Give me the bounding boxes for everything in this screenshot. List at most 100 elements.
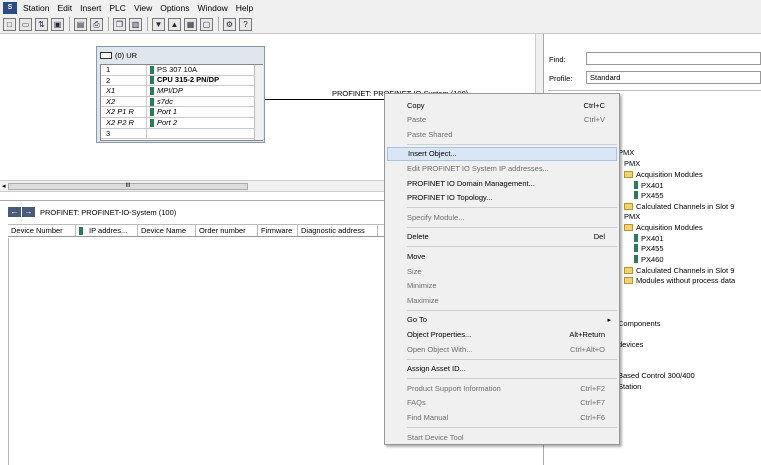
- menu-item-shortcut: Ctrl+F2: [580, 383, 605, 393]
- catalog-tree-item[interactable]: PX455: [634, 243, 664, 253]
- menu-maximize[interactable]: Maximize: [387, 293, 617, 307]
- menu-specify-module[interactable]: Specify Module...: [387, 210, 617, 224]
- download-icon[interactable]: ▼: [152, 17, 165, 31]
- rack-row[interactable]: 2 CPU 315-2 PN/DP: [101, 75, 255, 87]
- menu-start-device-tool[interactable]: Start Device Tool: [387, 430, 617, 444]
- catalog-tree-item[interactable]: Modules without process data: [624, 275, 735, 285]
- rack-row[interactable]: 1 PS 307 10A: [101, 65, 255, 76]
- menu-item-label: Insert Object...: [408, 149, 457, 159]
- open-icon[interactable]: ▭: [19, 17, 32, 31]
- paste-icon[interactable]: ▥: [129, 17, 142, 31]
- rack-row[interactable]: X2 P2 R Port 2: [101, 118, 255, 129]
- find-input[interactable]: [586, 52, 761, 65]
- folder-icon: [624, 170, 633, 178]
- menu-faqs[interactable]: FAQs Ctrl+F7: [387, 396, 617, 410]
- copy-icon[interactable]: ❐: [113, 17, 126, 31]
- profinet-line[interactable]: [265, 99, 385, 100]
- column-header-4[interactable]: Firmware: [258, 225, 298, 236]
- rack-row[interactable]: X2 P1 R Port 1: [101, 107, 255, 118]
- catalog-tree-item[interactable]: Calculated Channels in Slot 9: [624, 201, 734, 211]
- menu-item-help[interactable]: Help: [232, 3, 257, 13]
- menu-go-to[interactable]: Go To ▸: [387, 313, 617, 327]
- menu-move[interactable]: Move: [387, 249, 617, 263]
- rack-window[interactable]: (0) UR 1 PS 307 10A 2 CPU 315-2 PN/DP X1 MPI/…: [96, 46, 265, 143]
- menu-separator: [407, 246, 617, 248]
- column-header-1[interactable]: IP addres...: [76, 225, 138, 236]
- catalog-tree-item[interactable]: PMX: [624, 211, 640, 221]
- menu-separator: [407, 309, 617, 311]
- back-arrow-icon[interactable]: ←: [8, 207, 21, 217]
- forward-arrow-icon[interactable]: →: [22, 207, 35, 217]
- catalog-tree-item[interactable]: PMX: [618, 147, 634, 157]
- catalog-tree-item[interactable]: Acquisition Modules: [624, 169, 703, 179]
- column-header-5[interactable]: Diagnostic address: [298, 225, 378, 236]
- save-icon[interactable]: ▣: [51, 17, 64, 31]
- menu-delete[interactable]: Delete Del: [387, 230, 617, 244]
- menu-insert-object[interactable]: Insert Object...: [387, 146, 617, 161]
- catalog-icon[interactable]: ▦: [184, 17, 197, 31]
- network-icon[interactable]: ⚙: [223, 17, 236, 31]
- catalog-tree-item[interactable]: Based Control 300/400: [618, 370, 695, 380]
- menu-profinet-io-topology[interactable]: PROFINET IO Topology...: [387, 191, 617, 205]
- rack-module: MPI/DP: [147, 86, 255, 96]
- menu-item-options[interactable]: Options: [156, 3, 193, 13]
- rack-row[interactable]: X1 MPI/DP: [101, 86, 255, 97]
- rack-module: Port 1: [147, 107, 255, 117]
- print-icon[interactable]: ⎙: [90, 17, 103, 31]
- menu-item-edit[interactable]: Edit: [53, 3, 76, 13]
- column-header-0[interactable]: Device Number: [8, 225, 76, 236]
- menu-item-label: Copy: [407, 100, 425, 110]
- menu-item-label: Start Device Tool: [407, 432, 464, 442]
- menu-profinet-io-domain-management[interactable]: PROFINET IO Domain Management...: [387, 176, 617, 190]
- catalog-tree-item[interactable]: PX455: [634, 190, 664, 200]
- catalog-tree-item[interactable]: Station: [618, 381, 641, 391]
- menu-item-station[interactable]: Station: [19, 3, 53, 13]
- scroll-left-icon[interactable]: ◂: [2, 182, 6, 190]
- menu-paste-shared[interactable]: Paste Shared: [387, 127, 617, 141]
- menu-size[interactable]: Size: [387, 264, 617, 278]
- catalog-tree-item[interactable]: Acquisition Modules: [624, 222, 703, 232]
- column-header-2[interactable]: Device Name: [138, 225, 196, 236]
- menu-edit-profinet-io-system-ip-addresses[interactable]: Edit PROFINET IO System IP addresses...: [387, 161, 617, 175]
- scroll-thumb[interactable]: III: [8, 183, 248, 190]
- menu-item-label: FAQs: [407, 398, 426, 408]
- menu-paste[interactable]: Paste Ctrl+V: [387, 113, 617, 127]
- help-icon[interactable]: ?: [239, 17, 252, 31]
- menu-copy[interactable]: Copy Ctrl+C: [387, 98, 617, 112]
- rack-module-name: Port 2: [157, 117, 178, 127]
- catalog-tree-item[interactable]: PX460: [634, 254, 664, 264]
- catalog-tree-item[interactable]: PX401: [634, 233, 664, 243]
- menu-open-object-with[interactable]: Open Object With... Ctrl+Alt+O: [387, 342, 617, 356]
- rack-row[interactable]: 3: [101, 128, 255, 140]
- rack-row[interactable]: X2 s7dc: [101, 97, 255, 108]
- menu-separator: [407, 207, 617, 209]
- catalog-tree-item[interactable]: devices: [618, 339, 643, 349]
- rack-slot: 2: [101, 75, 147, 86]
- menu-assign-asset-id[interactable]: Assign Asset ID...: [387, 362, 617, 376]
- new-icon[interactable]: □: [3, 17, 16, 31]
- column-header-3[interactable]: Order number: [196, 225, 258, 236]
- catalog-tree-item[interactable]: Components: [618, 318, 661, 328]
- app-icon[interactable]: S: [3, 1, 17, 14]
- menu-find-manual[interactable]: Find Manual Ctrl+F6: [387, 410, 617, 424]
- menu-item-window[interactable]: Window: [194, 3, 232, 13]
- catalog-tree-item[interactable]: PMX: [624, 158, 640, 168]
- rack-scrollbar[interactable]: [254, 65, 263, 140]
- menu-item-insert[interactable]: Insert: [76, 3, 105, 13]
- menu-minimize[interactable]: Minimize: [387, 279, 617, 293]
- accessible-nodes-icon[interactable]: ⇅: [35, 17, 48, 31]
- save-compile-icon[interactable]: ▤: [74, 17, 87, 31]
- menu-item-plc[interactable]: PLC: [105, 3, 130, 13]
- folder-icon: [624, 223, 633, 231]
- profile-select[interactable]: Standard: [586, 71, 761, 84]
- menu-item-shortcut: Ctrl+V: [583, 115, 605, 125]
- catalog-tree-item[interactable]: Calculated Channels in Slot 9: [624, 265, 734, 275]
- catalog-tree-item[interactable]: PX401: [634, 180, 664, 190]
- menu-product-support-information[interactable]: Product Support Information Ctrl+F2: [387, 381, 617, 395]
- menu-item-view[interactable]: View: [130, 3, 156, 13]
- rack-slot: X2: [101, 96, 147, 107]
- window-icon[interactable]: ▢: [200, 17, 213, 31]
- menu-separator: [407, 143, 617, 145]
- menu-object-properties[interactable]: Object Properties... Alt+Return: [387, 327, 617, 341]
- upload-icon[interactable]: ▲: [168, 17, 181, 31]
